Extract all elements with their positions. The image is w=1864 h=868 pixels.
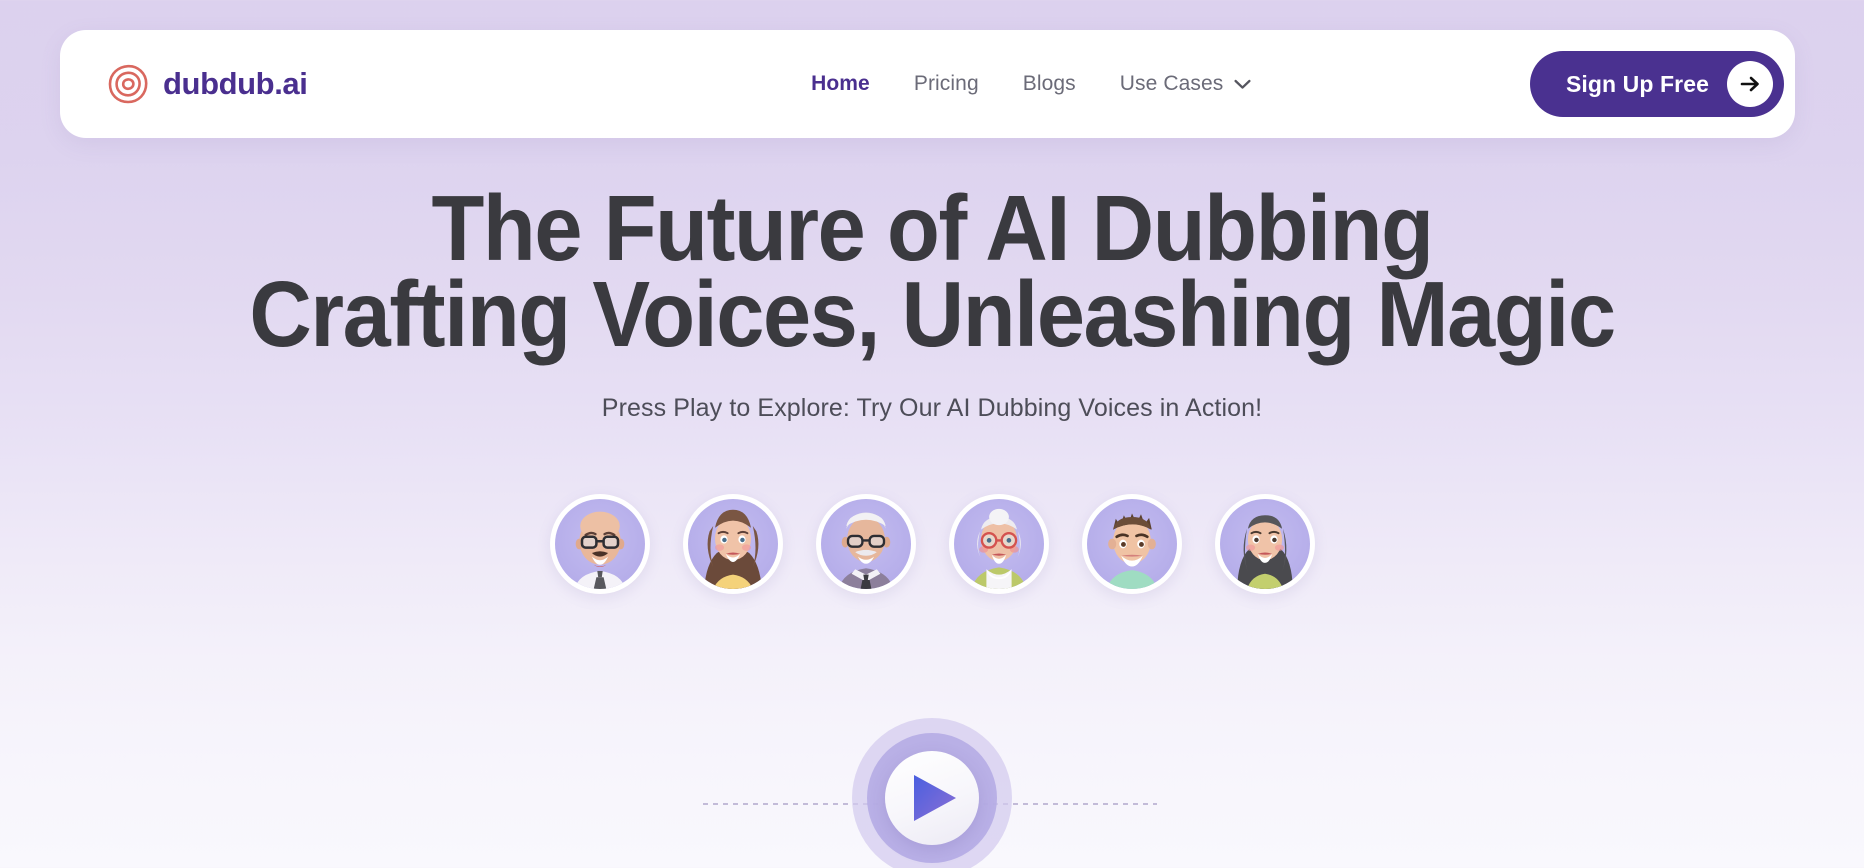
voice-avatar-list <box>0 494 1864 594</box>
hero-section: The Future of AI Dubbing Crafting Voices… <box>0 176 1864 423</box>
avatar <box>1219 499 1310 589</box>
chevron-down-icon <box>1234 79 1251 89</box>
sign-up-free-button[interactable]: Sign Up Free <box>1529 51 1784 117</box>
avatar-elderly-man-white-hair[interactable] <box>815 494 916 594</box>
headline-line-2: Crafting Voices, Unleashing Magic <box>249 262 1616 367</box>
avatar-bald-man-glasses-mustache[interactable] <box>549 494 650 594</box>
avatar-young-man-spiky-hair[interactable] <box>1081 494 1182 594</box>
hero-subheadline: Press Play to Explore: Try Our AI Dubbin… <box>601 393 1263 422</box>
page-title: The Future of AI Dubbing Crafting Voices… <box>65 176 1799 367</box>
nav-link-use-cases[interactable]: Use Cases <box>1120 72 1252 96</box>
arrow-right-icon <box>1727 61 1773 107</box>
avatar-woman-brown-wavy-hair[interactable] <box>682 494 783 594</box>
nav-link-home[interactable]: Home <box>811 72 870 96</box>
nav-link-blogs[interactable]: Blogs <box>1023 72 1076 96</box>
avatar <box>953 499 1044 589</box>
headline-line-1: The Future of AI Dubbing <box>431 176 1433 280</box>
avatar <box>1086 499 1177 589</box>
nav-link-pricing[interactable]: Pricing <box>914 72 979 96</box>
top-navigation-bar: dubdub.ai Home Pricing Blogs Use Cases S… <box>60 30 1795 138</box>
avatar-elderly-woman-red-glasses[interactable] <box>948 494 1049 594</box>
brand-name: dubdub.ai <box>163 66 308 101</box>
brand-logo[interactable]: dubdub.ai <box>107 63 308 105</box>
nav-link-use-cases-label: Use Cases <box>1119 72 1224 95</box>
nav-links: Home Pricing Blogs Use Cases <box>811 72 1291 96</box>
avatar <box>820 499 911 589</box>
avatar <box>554 499 645 589</box>
sign-up-free-label: Sign Up Free <box>1565 70 1709 97</box>
concentric-target-icon <box>108 64 148 104</box>
play-button[interactable] <box>852 718 1012 868</box>
play-button-core[interactable] <box>885 751 979 845</box>
play-triangle-icon <box>913 775 956 821</box>
avatar-young-woman-dark-hair[interactable] <box>1214 494 1315 594</box>
avatar <box>687 499 778 589</box>
